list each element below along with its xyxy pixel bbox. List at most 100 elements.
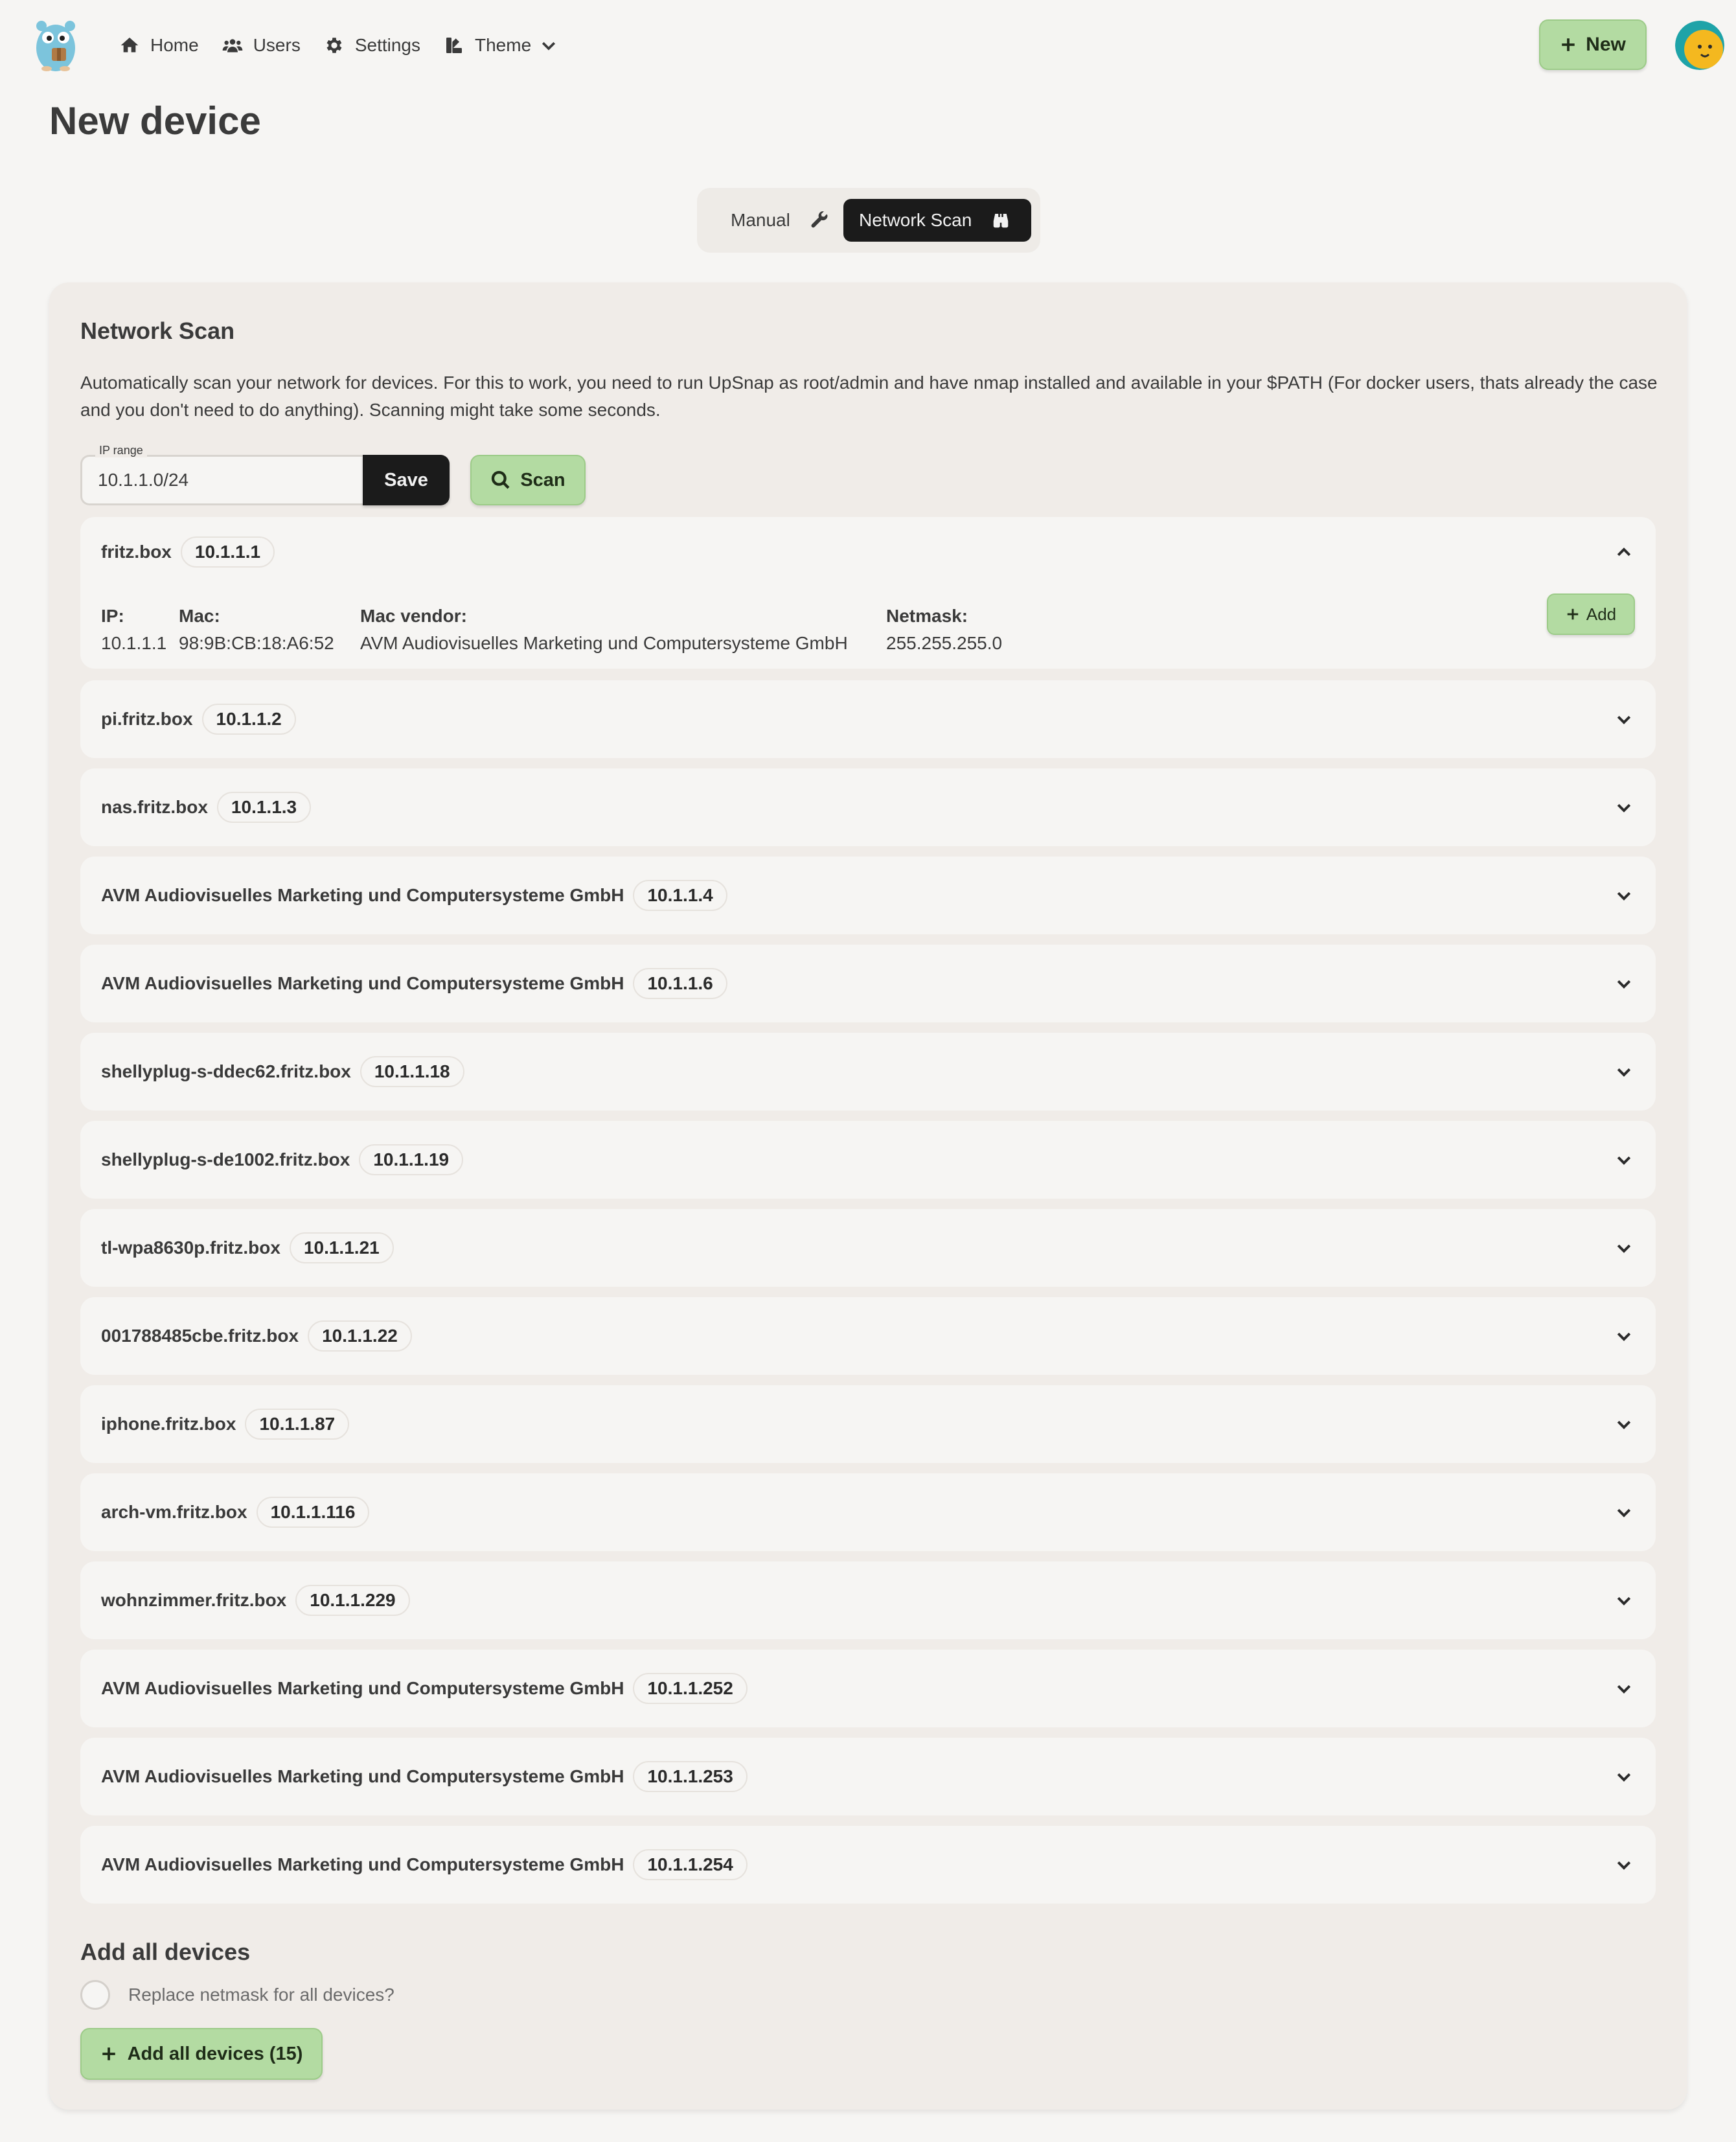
device-ip-badge: 10.1.1.2 (201, 704, 296, 735)
device-ip-badge: 10.1.1.3 (216, 792, 312, 823)
device-name: AVM Audiovisuelles Marketing und Compute… (101, 973, 624, 993)
device-row[interactable]: iphone.fritz.box 10.1.1.87 (80, 1385, 1656, 1463)
device-header[interactable]: fritz.box 10.1.1.1 (101, 517, 275, 587)
chevron-down-icon[interactable] (1614, 1591, 1634, 1610)
mode-tabs: Manual Network Scan (697, 188, 1040, 253)
users-icon (222, 39, 243, 52)
device-name: fritz.box (101, 542, 172, 562)
home-icon (120, 38, 139, 52)
device-row[interactable]: shellyplug-s-de1002.fritz.box 10.1.1.19 (80, 1121, 1656, 1199)
tab-manual-label: Manual (731, 210, 790, 230)
chevron-down-icon[interactable] (1614, 1414, 1634, 1434)
device-ip-badge: 10.1.1.4 (633, 880, 727, 911)
detail-vendor-label: Mac vendor: (360, 606, 467, 626)
replace-netmask-option[interactable]: Replace netmask for all devices? (80, 1979, 394, 2011)
chevron-down-icon[interactable] (1614, 1238, 1634, 1258)
chevron-down-icon[interactable] (1614, 886, 1634, 905)
device-header[interactable]: AVM Audiovisuelles Marketing und Compute… (101, 1738, 748, 1815)
device-header[interactable]: wohnzimmer.fritz.box 10.1.1.229 (101, 1561, 410, 1639)
device-ip-badge: 10.1.1.19 (359, 1144, 464, 1175)
device-header[interactable]: AVM Audiovisuelles Marketing und Compute… (101, 1650, 748, 1727)
scan-button[interactable]: Scan (470, 455, 586, 505)
device-name: tl-wpa8630p.fritz.box (101, 1238, 280, 1258)
device-header[interactable]: tl-wpa8630p.fritz.box 10.1.1.21 (101, 1209, 394, 1287)
add-device-button[interactable]: Add (1547, 593, 1635, 635)
device-row[interactable]: AVM Audiovisuelles Marketing und Compute… (80, 1826, 1656, 1904)
chevron-down-icon[interactable] (1614, 1150, 1634, 1169)
device-header[interactable]: AVM Audiovisuelles Marketing und Compute… (101, 857, 727, 934)
chevron-up-icon[interactable] (1614, 543, 1634, 562)
nav-home[interactable]: Home (108, 26, 211, 65)
chevron-down-icon[interactable] (1614, 974, 1634, 993)
nav-theme-dropdown[interactable]: Theme (432, 26, 570, 65)
device-row[interactable]: AVM Audiovisuelles Marketing und Compute… (80, 945, 1656, 1022)
search-icon (492, 470, 510, 489)
chevron-down-icon[interactable] (1614, 1503, 1634, 1522)
detail-vendor-value: AVM Audiovisuelles Marketing und Compute… (360, 633, 848, 653)
tab-network-scan-label: Network Scan (859, 210, 972, 230)
detail-netmask: Netmask: 255.255.255.0 (886, 603, 1002, 657)
device-name: nas.fritz.box (101, 797, 208, 817)
chevron-down-icon[interactable] (1614, 709, 1634, 729)
device-header[interactable]: 001788485cbe.fritz.box 10.1.1.22 (101, 1297, 412, 1375)
device-ip-badge: 10.1.1.18 (360, 1056, 464, 1087)
navbar: Home Users Settings Theme New (0, 0, 1736, 91)
device-row[interactable]: arch-vm.fritz.box 10.1.1.116 (80, 1473, 1656, 1551)
chevron-down-icon[interactable] (1614, 798, 1634, 817)
device-row[interactable]: AVM Audiovisuelles Marketing und Compute… (80, 1738, 1656, 1815)
plus-icon (102, 2047, 115, 2060)
device-ip-badge: 10.1.1.254 (633, 1849, 748, 1880)
device-row[interactable]: AVM Audiovisuelles Marketing und Compute… (80, 857, 1656, 934)
device-ip-badge: 10.1.1.229 (295, 1585, 410, 1616)
device-header[interactable]: arch-vm.fritz.box 10.1.1.116 (101, 1473, 370, 1551)
device-row[interactable]: 001788485cbe.fritz.box 10.1.1.22 (80, 1297, 1656, 1375)
chevron-down-icon[interactable] (1614, 1767, 1634, 1786)
device-name: pi.fritz.box (101, 709, 193, 729)
device-header[interactable]: AVM Audiovisuelles Marketing und Compute… (101, 945, 727, 1022)
ip-range-input[interactable] (98, 470, 344, 490)
scan-card-title: Network Scan (80, 317, 235, 344)
chevron-down-icon[interactable] (1614, 1679, 1634, 1698)
device-row[interactable]: AVM Audiovisuelles Marketing und Compute… (80, 1650, 1656, 1727)
device-name: arch-vm.fritz.box (101, 1502, 247, 1522)
device-header[interactable]: nas.fritz.box 10.1.1.3 (101, 768, 312, 846)
add-all-title: Add all devices (80, 1939, 251, 1965)
device-name: iphone.fritz.box (101, 1414, 236, 1434)
replace-netmask-radio[interactable] (80, 1980, 110, 2010)
tab-manual[interactable]: Manual (706, 199, 843, 242)
device-row-expanded[interactable]: fritz.box 10.1.1.1 IP: 10.1.1.1 Mac: 98:… (80, 517, 1656, 669)
scan-button-label: Scan (520, 469, 565, 490)
nav-settings-label: Settings (354, 35, 420, 55)
device-header[interactable]: AVM Audiovisuelles Marketing und Compute… (101, 1826, 748, 1904)
device-row[interactable]: pi.fritz.box 10.1.1.2 (80, 680, 1656, 758)
device-row[interactable]: tl-wpa8630p.fritz.box 10.1.1.21 (80, 1209, 1656, 1287)
user-avatar[interactable] (1675, 21, 1724, 70)
replace-netmask-label: Replace netmask for all devices? (128, 1985, 394, 2005)
tab-network-scan[interactable]: Network Scan (843, 199, 1031, 242)
detail-mac-value: 98:9B:CB:18:A6:52 (179, 633, 334, 653)
chevron-down-icon[interactable] (1614, 1326, 1634, 1346)
nav-users[interactable]: Users (211, 26, 312, 65)
device-header[interactable]: shellyplug-s-de1002.fritz.box 10.1.1.19 (101, 1121, 464, 1199)
device-header[interactable]: iphone.fritz.box 10.1.1.87 (101, 1385, 350, 1463)
upsnap-gopher-logo[interactable] (32, 17, 79, 73)
device-ip-badge: 10.1.1.252 (633, 1673, 748, 1704)
add-all-devices-button[interactable]: Add all devices (15) (80, 2028, 323, 2080)
wrench-icon (811, 211, 828, 228)
chevron-down-icon[interactable] (1614, 1062, 1634, 1081)
save-ip-range-button[interactable]: Save (363, 455, 450, 505)
add-device-label: Add (1586, 604, 1617, 624)
nav-settings[interactable]: Settings (312, 26, 432, 65)
device-name: shellyplug-s-de1002.fritz.box (101, 1149, 350, 1169)
device-row[interactable]: nas.fritz.box 10.1.1.3 (80, 768, 1656, 846)
device-header[interactable]: pi.fritz.box 10.1.1.2 (101, 680, 296, 758)
chevron-down-icon (542, 41, 556, 51)
chevron-down-icon[interactable] (1614, 1855, 1634, 1874)
device-row[interactable]: wohnzimmer.fritz.box 10.1.1.229 (80, 1561, 1656, 1639)
new-device-button[interactable]: New (1539, 19, 1647, 70)
nav-theme-label: Theme (475, 35, 532, 55)
device-header[interactable]: shellyplug-s-ddec62.fritz.box 10.1.1.18 (101, 1033, 464, 1111)
device-ip-badge: 10.1.1.87 (245, 1409, 350, 1440)
device-row[interactable]: shellyplug-s-ddec62.fritz.box 10.1.1.18 (80, 1033, 1656, 1111)
device-ip-badge: 10.1.1.22 (308, 1320, 412, 1352)
